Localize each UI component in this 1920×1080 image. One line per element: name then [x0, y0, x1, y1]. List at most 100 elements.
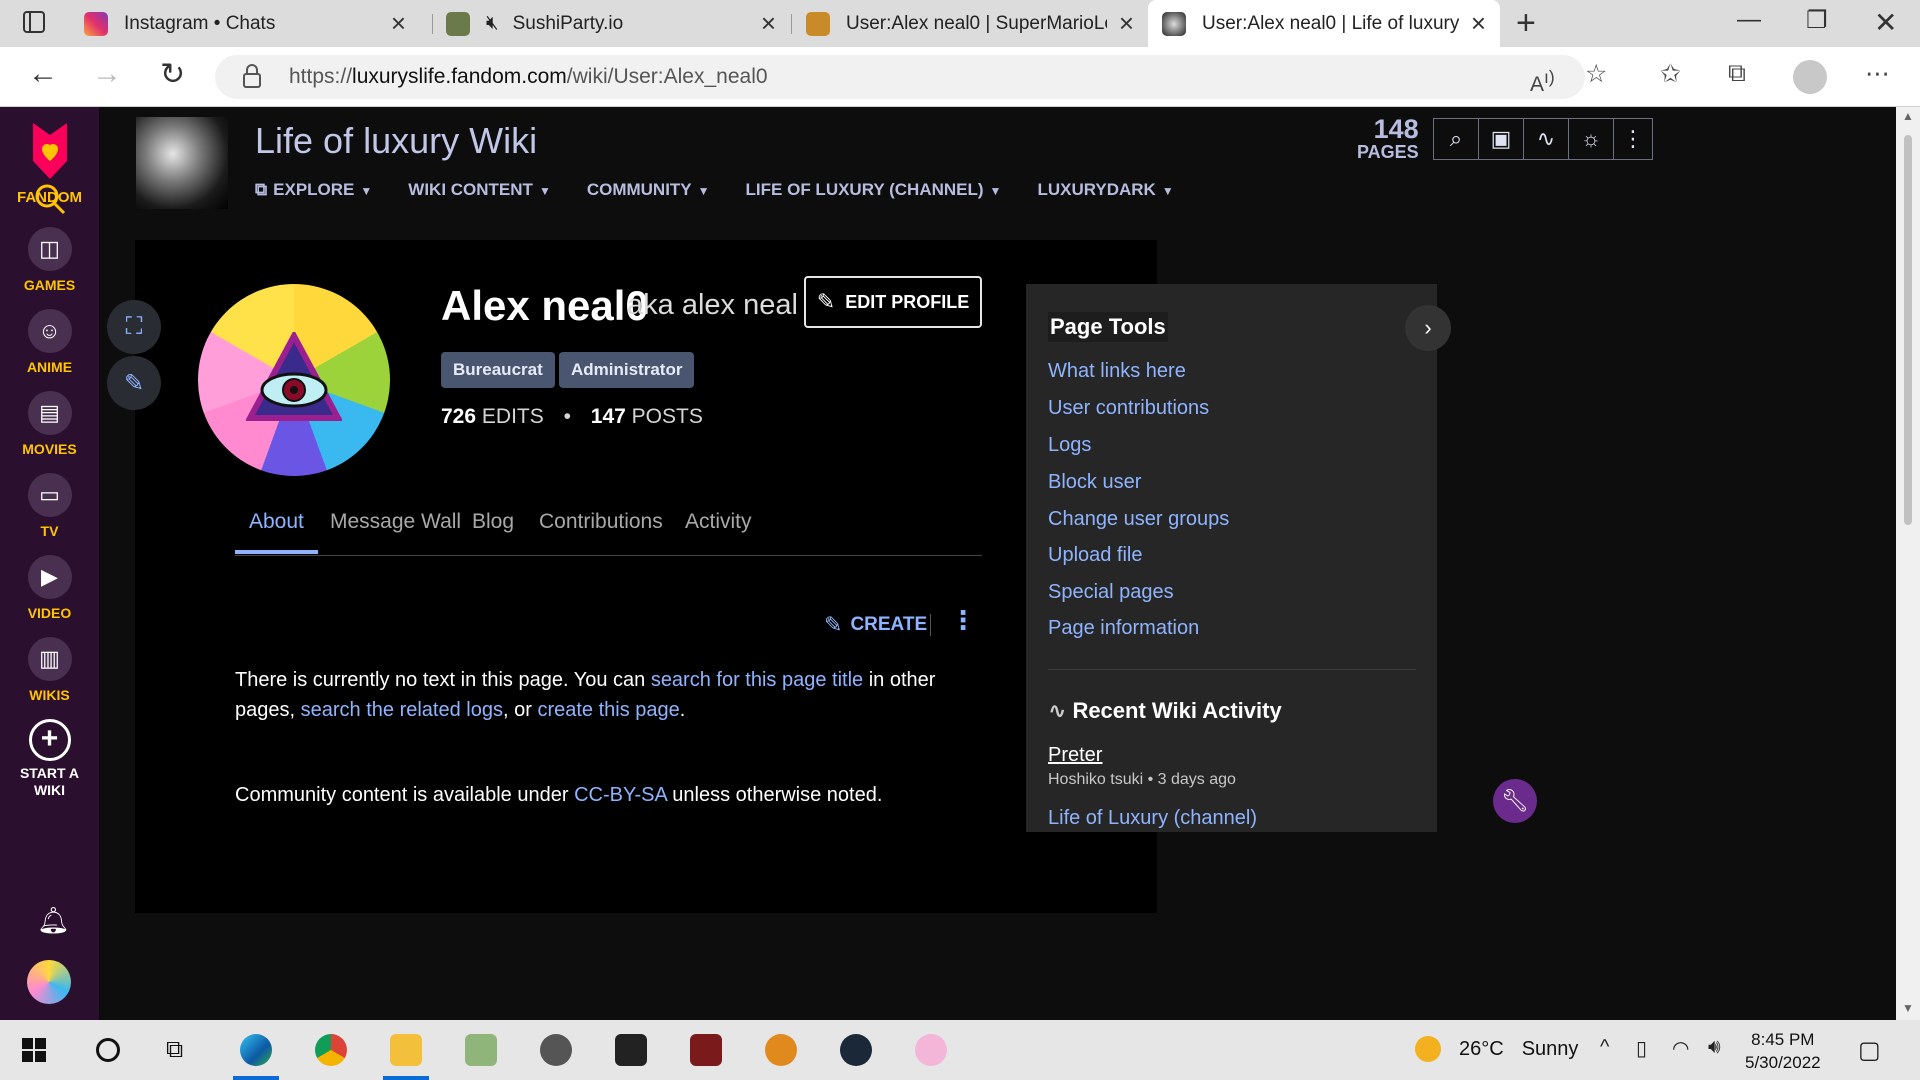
tv-icon: ▭ [27, 473, 72, 517]
search-circle-icon[interactable] [96, 1038, 120, 1062]
scroll-down-icon[interactable]: ▼ [1902, 1001, 1914, 1015]
rail-search[interactable] [0, 183, 99, 215]
edit-profile-button[interactable]: ✎ EDIT PROFILE [804, 276, 982, 328]
nav-community[interactable]: COMMUNITY ▼ [587, 180, 710, 200]
wiki-search-icon[interactable]: ⌕ [1433, 118, 1479, 160]
tab-message-wall[interactable]: Message Wall [330, 510, 461, 550]
user-avatar[interactable] [27, 960, 71, 1004]
tab-activity[interactable]: Activity [685, 510, 752, 550]
more-menu-icon[interactable]: ⋯ [1865, 59, 1890, 89]
speaker-icon[interactable]: 🔊︎ [1708, 1036, 1721, 1059]
chevron-down-icon: ▼ [538, 184, 551, 198]
minimize-icon[interactable]: — [1737, 6, 1761, 34]
rail-start-wiki[interactable]: + START A WIKI [0, 719, 99, 799]
close-icon[interactable]: × [761, 8, 776, 39]
wrench-icon[interactable]: 🔧︎ [1493, 779, 1537, 823]
rail-item-wikis[interactable]: ▥ WIKIS [0, 637, 99, 703]
close-icon[interactable]: × [1119, 8, 1134, 39]
favorites-icon[interactable]: ✩ [1660, 59, 1681, 89]
reload-icon[interactable]: ↻ [160, 57, 185, 92]
forward-icon[interactable]: → [92, 57, 122, 91]
more-options-icon[interactable]: ⋮ [1613, 118, 1653, 160]
collections-icon[interactable]: ⧉ [1728, 59, 1746, 88]
device-icon[interactable]: ▯ [1636, 1036, 1647, 1061]
edit-pencil-icon[interactable]: ✎ [107, 356, 161, 410]
rail-item-games[interactable]: ◫ GAMES [0, 227, 99, 293]
create-label: CREATE [850, 614, 928, 635]
settings-gear-icon[interactable] [540, 1034, 572, 1066]
restore-icon[interactable]: ❐ [1806, 6, 1828, 35]
rail-item-tv[interactable]: ▭ TV [0, 473, 99, 539]
tab-blog[interactable]: Blog [472, 510, 514, 550]
wiki-logo[interactable] [136, 117, 228, 209]
wiki-name[interactable]: Life of luxury Wiki [255, 120, 537, 162]
close-icon[interactable]: × [1471, 8, 1486, 39]
new-tab-icon[interactable]: + [1516, 4, 1536, 43]
nav-explore[interactable]: ⧉ EXPLORE ▼ [255, 180, 372, 200]
tool-logs[interactable]: Logs [1048, 434, 1091, 457]
system-clock[interactable]: 8:45 PM 5/30/2022 [1745, 1028, 1821, 1074]
read-aloud-icon[interactable]: Aı) [1530, 67, 1555, 97]
scroll-up-icon[interactable]: ▲ [1902, 109, 1914, 123]
bell-icon[interactable]: 🔔︎ [37, 905, 70, 936]
app-icon[interactable] [690, 1034, 722, 1066]
add-favorite-icon[interactable]: ☆ [1585, 59, 1607, 89]
url-field[interactable]: https://luxuryslife.fandom.com/wiki/User… [215, 55, 1585, 99]
tool-user-contributions[interactable]: User contributions [1048, 397, 1209, 420]
app-icon[interactable] [765, 1034, 797, 1066]
windows-start-icon[interactable] [22, 1038, 46, 1062]
back-icon[interactable]: ← [28, 57, 58, 91]
tab-life-of-luxury[interactable]: User:Alex neal0 | Life of luxury W × [1148, 0, 1500, 47]
tool-upload-file[interactable]: Upload file [1048, 544, 1143, 567]
tool-special-pages[interactable]: Special pages [1048, 581, 1174, 604]
task-view-icon[interactable]: ⧉ [166, 1036, 183, 1064]
scrollbar-thumb[interactable] [1904, 135, 1912, 525]
rail-item-anime[interactable]: ☺ ANIME [0, 309, 99, 375]
nav-wiki-content[interactable]: WIKI CONTENT ▼ [408, 180, 551, 200]
create-button[interactable]: ✎ CREATE [824, 612, 927, 638]
tab-instagram[interactable]: Instagram • Chats × [70, 0, 420, 47]
steam-icon[interactable] [840, 1034, 872, 1066]
chevron-right-icon[interactable]: › [1405, 305, 1451, 351]
search-title-link[interactable]: search for this page title [651, 669, 863, 691]
close-icon[interactable]: × [391, 8, 406, 39]
wifi-icon[interactable]: ◠ [1672, 1036, 1689, 1061]
rail-item-video[interactable]: ▶ VIDEO [0, 555, 99, 621]
theme-toggle-icon[interactable]: ☼ [1568, 118, 1614, 160]
discussions-icon[interactable]: ▣ [1478, 118, 1524, 160]
file-explorer-icon[interactable] [390, 1034, 422, 1066]
chrome-icon[interactable] [315, 1034, 347, 1066]
tool-change-user-groups[interactable]: Change user groups [1048, 508, 1229, 531]
tab-about[interactable]: About [235, 510, 318, 554]
nav-luxurydark[interactable]: LUXURYDARK ▼ [1037, 180, 1173, 200]
edge-icon[interactable] [240, 1034, 272, 1066]
tab-contributions[interactable]: Contributions [539, 510, 663, 550]
tab-sushiparty[interactable]: 🔇︎ SushiParty.io × [432, 0, 790, 47]
window-close-icon[interactable]: ✕ [1874, 6, 1897, 39]
tool-block-user[interactable]: Block user [1048, 471, 1141, 494]
weather-widget[interactable]: 26°C Sunny [1415, 1036, 1578, 1062]
activity-item-title[interactable]: Preter [1048, 744, 1102, 767]
tool-what-links-here[interactable]: What links here [1048, 360, 1186, 383]
app-icon[interactable] [915, 1034, 947, 1066]
fullscreen-icon[interactable]: ⛶ [107, 300, 161, 354]
app-icon[interactable] [465, 1034, 497, 1066]
page-scrollbar[interactable]: ▲ ▼ [1896, 107, 1920, 1020]
app-icon[interactable] [615, 1034, 647, 1066]
notifications-icon[interactable]: ▢ [1858, 1036, 1881, 1065]
chevron-up-icon[interactable]: ^ [1600, 1036, 1609, 1059]
muted-speaker-icon[interactable]: 🔇︎ [486, 12, 499, 35]
tab-supermariolog[interactable]: User:Alex neal0 | SuperMarioLog × [792, 0, 1148, 47]
create-page-link[interactable]: create this page [537, 699, 679, 721]
page-actions-more-icon[interactable]: ⋮ [950, 605, 976, 636]
license-link[interactable]: CC-BY-SA [574, 784, 667, 806]
tab-actions-icon[interactable] [23, 11, 45, 33]
tool-page-information[interactable]: Page information [1048, 617, 1199, 640]
activity-icon[interactable]: ∿ [1523, 118, 1569, 160]
address-bar: ← → ↻ https://luxuryslife.fandom.com/wik… [0, 47, 1920, 107]
profile-avatar[interactable] [1793, 60, 1827, 94]
search-logs-link[interactable]: search the related logs [301, 699, 503, 721]
rail-item-movies[interactable]: ▤ MOVIES [0, 391, 99, 457]
activity-item-title[interactable]: Life of Luxury (channel) [1048, 807, 1257, 830]
nav-channel[interactable]: LIFE OF LUXURY (CHANNEL) ▼ [746, 180, 1002, 200]
